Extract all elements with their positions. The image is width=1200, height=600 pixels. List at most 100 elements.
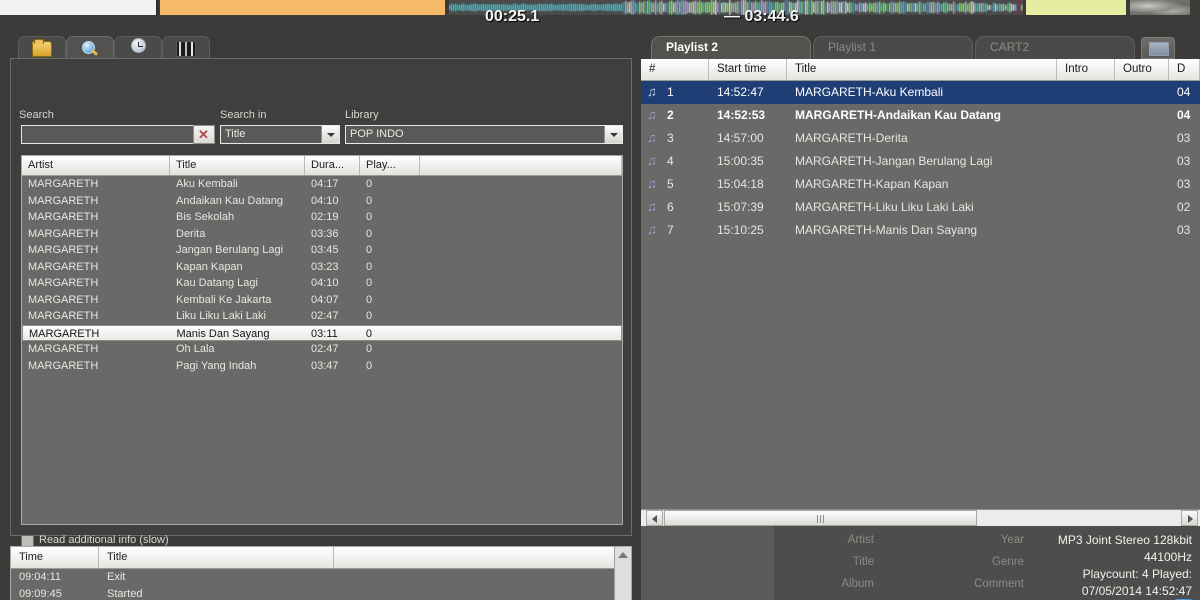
playlist-column-header[interactable]: Start time xyxy=(709,59,787,80)
table-row[interactable]: MARGARETH Jangan Berulang Lagi 03:45 0 xyxy=(22,242,622,259)
event-log-body[interactable]: 09:04:11 Exit 09:09:45 Started xyxy=(11,569,631,600)
playlist-horizontal-scrollbar[interactable] xyxy=(641,509,1200,526)
playlist-table[interactable]: #Start timeTitleIntroOutroD 1 14:52:47 MAR… xyxy=(641,59,1200,509)
table-row[interactable]: MARGARETH Liku Liku Laki Laki 02:47 0 xyxy=(22,308,622,325)
scroll-left-button[interactable] xyxy=(646,510,663,526)
table-cell: 02:47 xyxy=(311,310,339,322)
chevron-down-icon[interactable] xyxy=(321,126,339,143)
table-cell: MARGARETH xyxy=(28,227,99,240)
music-note-icon xyxy=(641,219,667,242)
library-table[interactable]: Artist Title Dura... Play... MARGARETH Aku K… xyxy=(21,155,623,525)
library-column-header[interactable]: Dura... xyxy=(305,156,360,175)
sample-rate: 44100Hz xyxy=(1143,550,1192,564)
table-row[interactable]: MARGARETH Pagi Yang Indah 03:47 0 xyxy=(22,358,622,375)
deck-c-progress-bar[interactable] xyxy=(1026,0,1126,15)
tab-search[interactable] xyxy=(66,36,114,60)
table-row[interactable]: MARGARETH Kapan Kapan 03:23 0 xyxy=(22,259,622,276)
log-row[interactable]: 09:09:45 Started xyxy=(11,586,631,600)
playlist-row[interactable]: 6 15:07:39 MARGARETH-Liku Liku Laki Laki 02 xyxy=(641,196,1200,219)
playlist-panel: Playlist 2 Playlist 1 CART2 # Start time T… xyxy=(641,32,1200,600)
audio-format: MP3 Joint Stereo 128kbit xyxy=(1057,533,1192,547)
chevron-down-icon[interactable] xyxy=(604,126,622,143)
library-column-header[interactable] xyxy=(420,156,622,175)
grip-icon xyxy=(816,515,825,523)
playlist-cell xyxy=(1115,104,1169,127)
elapsed-time-display: 00:25.1 xyxy=(485,8,540,25)
table-cell xyxy=(420,176,622,193)
event-log-scrollbar[interactable] xyxy=(614,547,631,600)
playlist-cell: 3 xyxy=(667,131,674,145)
table-cell: 0 xyxy=(366,260,373,273)
table-cell: 0 xyxy=(366,359,373,372)
table-cell xyxy=(420,209,622,226)
table-cell xyxy=(420,226,622,243)
table-row[interactable]: MARGARETH Andaikan Kau Datang 04:10 0 xyxy=(22,193,622,210)
table-cell: Kembali Ke Jakarta xyxy=(176,293,272,306)
library-column-header[interactable]: Title xyxy=(170,156,305,175)
decks-toolbar: 00:25.1 — 03:44.6 xyxy=(0,0,1200,32)
tab-cart2[interactable]: CART2 xyxy=(975,36,1135,59)
tab-playlist-1[interactable]: Playlist 1 xyxy=(813,36,973,59)
table-row[interactable]: MARGARETH Bis Sekolah 02:19 0 xyxy=(22,209,622,226)
playlist-row[interactable]: 2 14:52:53 MARGARETH-Andaikan Kau Datang 04 xyxy=(641,104,1200,127)
tab-files[interactable] xyxy=(18,36,66,60)
chevron-up-icon[interactable] xyxy=(618,552,628,558)
playlist-column-header[interactable]: Intro xyxy=(1057,59,1115,80)
deck-b-progress-bar[interactable] xyxy=(160,0,445,15)
search-input[interactable] xyxy=(21,125,193,144)
playlist-cell: 15:07:39 xyxy=(717,200,764,214)
playlist-column-header[interactable]: # xyxy=(641,59,709,80)
playlist-column-header[interactable]: D xyxy=(1169,59,1200,80)
tab-history[interactable] xyxy=(114,36,162,60)
table-row[interactable]: MARGARETH Manis Dan Sayang 03:11 0 xyxy=(22,324,622,341)
log-column-header[interactable] xyxy=(334,547,615,568)
playlist-cell: 15:04:18 xyxy=(717,177,764,191)
playlist-table-body[interactable]: 1 14:52:47 MARGARETH-Aku Kembali 04 2 14:52:5… xyxy=(641,81,1200,242)
table-row[interactable]: MARGARETH Oh Lala 02:47 0 xyxy=(22,341,622,358)
log-row[interactable]: 09:04:11 Exit xyxy=(11,569,631,586)
table-row[interactable]: MARGARETH Kau Datang Lagi 04:10 0 xyxy=(22,275,622,292)
scroll-right-button[interactable] xyxy=(1181,510,1198,526)
table-cell: 0 xyxy=(366,178,373,190)
tab-playlist-2[interactable]: Playlist 2 xyxy=(651,36,811,59)
tab-playlist-1-label: Playlist 1 xyxy=(828,40,877,54)
playlist-cell: MARGARETH-Jangan Berulang Lagi xyxy=(795,154,993,168)
music-note-icon xyxy=(641,173,667,196)
tab-mixer[interactable] xyxy=(162,36,210,60)
playlist-row[interactable]: 7 15:10:25 MARGARETH-Manis Dan Sayang 03 xyxy=(641,219,1200,242)
playlist-cell xyxy=(1115,127,1169,150)
new-playlist-button[interactable] xyxy=(1141,37,1175,59)
event-log-panel[interactable]: Time Title 09:04:11 Exit 09:09:45 Started xyxy=(10,546,632,600)
table-cell: 0 xyxy=(366,310,373,322)
playlist-row[interactable]: 1 14:52:47 MARGARETH-Aku Kembali 04 xyxy=(641,81,1200,104)
library-select[interactable]: POP INDO xyxy=(345,125,623,144)
table-row[interactable]: MARGARETH Kembali Ke Jakarta 04:07 0 xyxy=(22,292,622,309)
table-row[interactable]: MARGARETH Aku Kembali 04:17 0 xyxy=(22,176,622,193)
clear-search-button[interactable]: ✕ xyxy=(193,125,215,144)
playlist-cell: MARGARETH-Manis Dan Sayang xyxy=(795,223,978,237)
tab-playlist-2-label: Playlist 2 xyxy=(666,40,719,54)
table-row[interactable]: MARGARETH Derita 03:36 0 xyxy=(22,226,622,243)
table-cell: 03:47 xyxy=(311,359,339,372)
table-cell: MARGARETH xyxy=(28,293,99,306)
playlist-cell: 6 xyxy=(667,200,674,214)
library-column-header[interactable]: Artist xyxy=(22,156,170,175)
table-cell: 0 xyxy=(366,227,373,240)
scrollbar-thumb[interactable] xyxy=(664,510,977,526)
music-note-icon xyxy=(641,150,667,173)
search-in-select[interactable]: Title xyxy=(220,125,340,144)
log-column-header[interactable]: Time xyxy=(11,547,99,568)
log-column-header[interactable]: Title xyxy=(99,547,334,568)
playlist-column-header[interactable]: Outro xyxy=(1115,59,1169,80)
library-table-body[interactable]: MARGARETH Aku Kembali 04:17 0 MARGARETH Andai… xyxy=(22,176,622,374)
library-column-header[interactable]: Play... xyxy=(360,156,420,175)
playlist-column-header[interactable]: Title xyxy=(787,59,1057,80)
table-cell: MARGARETH xyxy=(28,244,99,256)
playlist-row[interactable]: 5 15:04:18 MARGARETH-Kapan Kapan 03 xyxy=(641,173,1200,196)
playlist-row[interactable]: 3 14:57:00 MARGARETH-Derita 03 xyxy=(641,127,1200,150)
track-info-panel: Artist Title Album Year Genre Comment Fi… xyxy=(641,526,1200,600)
playlist-row[interactable]: 4 15:00:35 MARGARETH-Jangan Berulang Lagi 0… xyxy=(641,150,1200,173)
deck-a-progress-bar[interactable] xyxy=(0,0,158,15)
read-additional-info-label: Read additional info (slow) xyxy=(39,534,169,546)
search-in-label: Search in xyxy=(220,109,267,121)
